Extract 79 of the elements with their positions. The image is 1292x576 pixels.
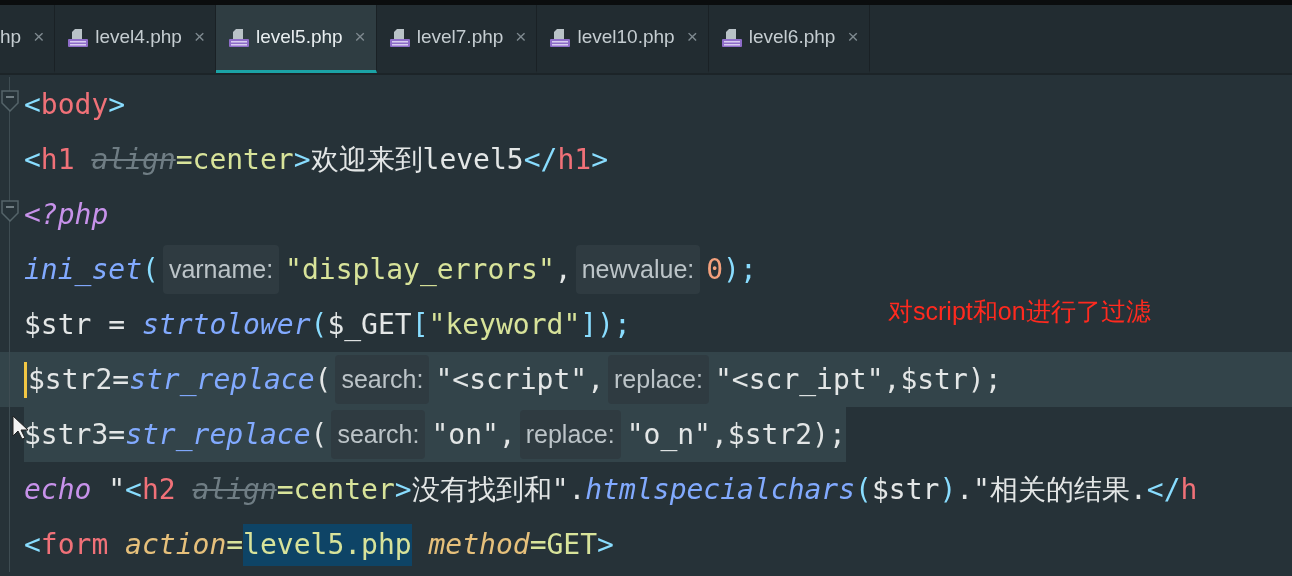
parameter-hint: replace: bbox=[608, 354, 709, 405]
string-literal: "keyword" bbox=[428, 306, 581, 343]
fold-icon[interactable] bbox=[1, 200, 19, 222]
function-name: htmlspecialchars bbox=[585, 471, 856, 508]
attribute-name: action bbox=[125, 526, 227, 563]
code-punctuation: < bbox=[24, 141, 41, 178]
attribute-value: =GET bbox=[529, 526, 598, 563]
code-text: 欢迎来到level5 bbox=[310, 141, 524, 178]
deprecated-attribute: align bbox=[192, 471, 277, 508]
code-punctuation: > bbox=[108, 86, 126, 123]
close-icon[interactable]: × bbox=[33, 23, 45, 52]
code-punctuation: </ bbox=[1146, 471, 1181, 508]
code-punctuation: < bbox=[24, 526, 41, 563]
file-tab[interactable]: hp × bbox=[0, 5, 56, 73]
string-literal: "display_errors" bbox=[285, 251, 555, 288]
code-punctuation: ( bbox=[310, 306, 328, 343]
file-tab[interactable]: level4.php × bbox=[55, 5, 216, 73]
code-text: 没有找到和". bbox=[411, 471, 586, 508]
attribute-value: = bbox=[226, 526, 244, 563]
close-icon[interactable]: × bbox=[193, 23, 205, 52]
code-text: " bbox=[108, 471, 126, 508]
code-punctuation: > bbox=[591, 141, 608, 178]
code-punctuation: ( bbox=[142, 251, 159, 288]
annotation-text: 对script和on进行了过滤 bbox=[888, 296, 1151, 327]
code-text: ( bbox=[310, 416, 328, 453]
attribute-name: method bbox=[428, 526, 530, 563]
close-icon[interactable]: × bbox=[515, 23, 527, 52]
highlighted-text: level5.php bbox=[243, 523, 412, 566]
code-punctuation: ); bbox=[723, 251, 757, 288]
code-text: $_GET bbox=[327, 306, 412, 343]
code-punctuation: < bbox=[24, 86, 41, 123]
tag-name: h bbox=[1180, 471, 1198, 508]
code-text: "<script", bbox=[435, 361, 604, 398]
code-text: $str3= bbox=[24, 416, 126, 453]
code-punctuation: ( bbox=[855, 471, 872, 508]
code-text: $str = bbox=[24, 306, 126, 343]
tag-name: h1 bbox=[557, 141, 592, 178]
code-punctuation: [ bbox=[411, 306, 429, 343]
deprecated-attribute: align bbox=[91, 141, 176, 178]
close-icon[interactable]: × bbox=[847, 23, 859, 52]
code-punctuation: > bbox=[394, 471, 412, 508]
file-tab[interactable]: level6.php × bbox=[708, 5, 870, 73]
code-punctuation: < bbox=[125, 471, 142, 508]
code-punctuation: > bbox=[597, 526, 614, 563]
code-text: $str2= bbox=[28, 361, 130, 398]
parameter-hint: search: bbox=[335, 354, 430, 405]
code-keyword: <?php bbox=[24, 196, 109, 233]
file-tab[interactable]: level10.php × bbox=[537, 5, 709, 73]
code-text: , bbox=[554, 251, 572, 288]
code-punctuation: </ bbox=[523, 141, 558, 178]
code-punctuation: ]); bbox=[580, 306, 631, 343]
tag-name: h2 bbox=[141, 471, 176, 508]
code-text: "<scr_ipt",$str); bbox=[714, 361, 1002, 398]
attribute-value: =center bbox=[276, 471, 395, 508]
tag-name: form bbox=[40, 526, 109, 563]
number-literal: 0 bbox=[706, 251, 724, 288]
code-text: "o_n",$str2); bbox=[626, 416, 846, 453]
attribute-value: =center bbox=[175, 141, 294, 178]
close-icon[interactable]: × bbox=[686, 23, 698, 52]
parameter-hint: newvalue: bbox=[575, 244, 701, 295]
parameter-hint: replace: bbox=[519, 409, 621, 460]
function-name: str_replace bbox=[129, 361, 315, 398]
function-name: ini_set bbox=[24, 251, 142, 288]
parameter-hint: varname: bbox=[162, 244, 280, 295]
tag-name: body bbox=[40, 86, 109, 123]
file-tab[interactable]: level5.php × bbox=[216, 5, 377, 73]
file-tab[interactable]: level7.php × bbox=[376, 5, 538, 73]
code-keyword: echo bbox=[24, 471, 92, 508]
tag-name: h1 bbox=[40, 141, 75, 178]
code-text: "on", bbox=[431, 416, 516, 453]
code-punctuation: > bbox=[293, 141, 311, 178]
code-punctuation: ) bbox=[939, 471, 957, 508]
function-name: str_replace bbox=[125, 416, 311, 453]
fold-icon[interactable] bbox=[1, 90, 19, 112]
function-name: strtolower bbox=[141, 306, 311, 343]
code-text: $str bbox=[871, 471, 940, 508]
code-text: ( bbox=[314, 361, 332, 398]
parameter-hint: search: bbox=[331, 409, 426, 460]
code-text: ."相关的结果. bbox=[956, 471, 1147, 508]
